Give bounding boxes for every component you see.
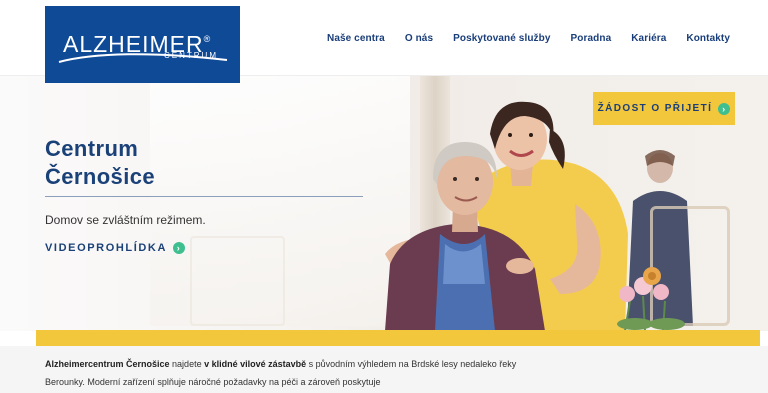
nav-item-kariera[interactable]: Kariéra (631, 33, 666, 44)
arrow-right-circle-icon: › (718, 102, 731, 115)
intro-paragraph: Alzheimercentrum Černošice najdete v kli… (45, 355, 525, 391)
arrow-right-circle-icon: › (173, 242, 186, 254)
site-logo[interactable]: ALZHEIMER® CENTRUM (45, 6, 240, 83)
admission-request-label: ŽÁDOST O PŘIJETÍ (597, 103, 713, 114)
intro-text-1: najdete (169, 359, 205, 369)
nav-item-kontakty[interactable]: Kontakty (686, 33, 730, 44)
hero-flower-decoration (617, 267, 685, 331)
page: Naše centra O nás Poskytované služby Por… (0, 0, 768, 393)
hero-divider (45, 196, 363, 197)
nav-item-poskytovane-sluzby[interactable]: Poskytované služby (453, 33, 550, 44)
video-tour-label: VIDEOPROHLÍDKA (45, 242, 168, 254)
logo-subtitle: CENTRUM (164, 51, 218, 60)
hero-background-chair (190, 236, 285, 326)
hero-subtitle: Domov se zvláštním režimem. (45, 213, 206, 227)
intro-location-highlight: v klidné vilové zástavbě (204, 359, 307, 369)
main-navigation: Naše centra O nás Poskytované služby Por… (327, 33, 730, 44)
hero-photo-caregiver-and-senior (385, 101, 628, 331)
admission-request-button[interactable]: ŽÁDOST O PŘIJETÍ › (593, 92, 735, 125)
video-tour-link[interactable]: VIDEOPROHLÍDKA › (45, 242, 186, 254)
intro-center-name: Alzheimercentrum Černošice (45, 359, 170, 369)
accent-strip (36, 330, 760, 346)
hero-section: Centrum Černošice Domov se zvláštním rež… (0, 76, 768, 331)
nav-item-o-nas[interactable]: O nás (405, 33, 433, 44)
hero-title: Centrum Černošice (45, 136, 155, 189)
nav-item-nase-centra[interactable]: Naše centra (327, 33, 385, 44)
nav-item-poradna[interactable]: Poradna (571, 33, 612, 44)
